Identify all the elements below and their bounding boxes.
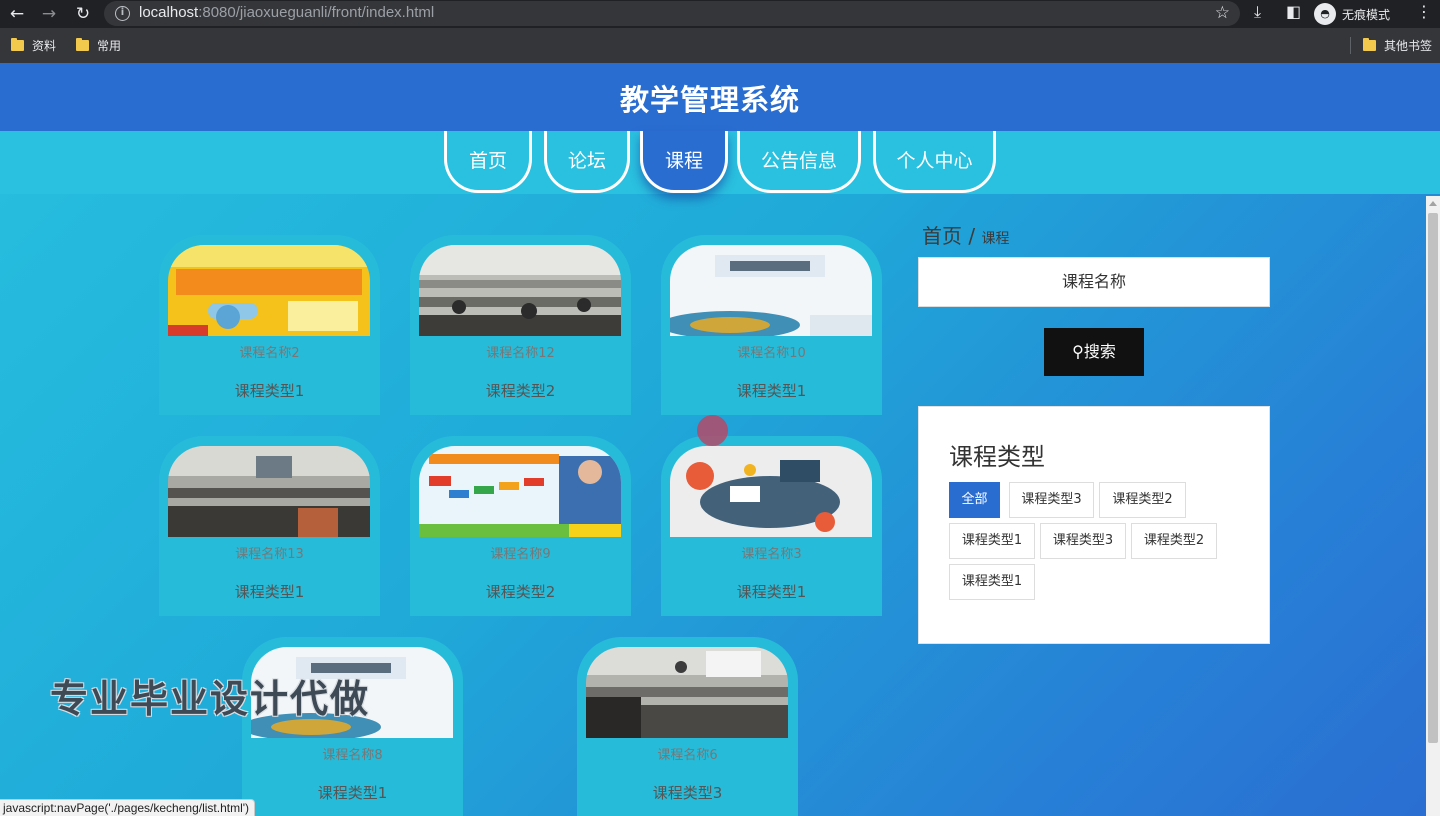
course-type: 课程类型1 (317, 784, 388, 802)
page-scrollbar[interactable] (1426, 196, 1440, 816)
breadcrumb: 首页 / 课程 (922, 220, 1009, 249)
breadcrumb-separator: / (968, 224, 976, 248)
incognito-indicator[interactable]: ◓ 无痕模式 (1314, 3, 1390, 25)
download-icon[interactable]: ⤓ (1254, 2, 1261, 22)
nav-announcements[interactable]: 公告信息 (737, 131, 861, 193)
course-card[interactable]: 课程名称2 课程类型1 (159, 235, 380, 415)
bookmark-star-icon[interactable]: ☆ (1215, 3, 1230, 23)
site-title: 教学管理系统 (619, 83, 800, 117)
course-name: 课程名称10 (737, 346, 806, 361)
course-thumbnail[interactable] (168, 245, 370, 336)
tag-all[interactable]: 全部 (949, 482, 1000, 518)
course-card[interactable]: 课程名称13 课程类型1 (159, 436, 380, 616)
tag-type1[interactable]: 课程类型1 (949, 564, 1035, 600)
breadcrumb-current: 课程 (981, 231, 1010, 247)
course-type: 课程类型2 (485, 583, 556, 601)
course-card[interactable]: 课程名称3 课程类型1 (661, 436, 882, 616)
bookmark-divider (1350, 37, 1351, 54)
course-type: 课程类型1 (234, 583, 305, 601)
course-card[interactable]: 课程名称12 课程类型2 (410, 235, 631, 415)
course-type-heading: 课程类型 (949, 443, 1045, 471)
forward-arrow-icon[interactable]: → (38, 3, 60, 25)
address-bar[interactable]: i localhost:8080/jiaoxueguanli/front/ind… (104, 1, 1240, 26)
bookmarks-bar: 资料 常用 其他书签 (0, 28, 1440, 63)
folder-icon (76, 38, 89, 51)
course-name: 课程名称6 (657, 748, 718, 763)
url-text[interactable]: localhost:8080/jiaoxueguanli/front/index… (139, 4, 434, 21)
course-name: 课程名称13 (235, 547, 304, 562)
back-arrow-icon[interactable]: ← (6, 3, 28, 25)
nav-forum[interactable]: 论坛 (544, 131, 630, 193)
reload-icon[interactable]: ↻ (72, 3, 94, 25)
course-thumbnail[interactable] (586, 647, 788, 738)
course-name-search-input[interactable]: 课程名称 (918, 257, 1270, 307)
cursor-highlight (697, 415, 728, 446)
course-thumbnail[interactable] (168, 446, 370, 537)
course-card[interactable]: 课程名称6 课程类型3 (577, 637, 798, 816)
incognito-label: 无痕模式 (1342, 7, 1391, 22)
scroll-up-icon[interactable] (1429, 201, 1437, 206)
menu-kebab-icon[interactable]: ⋮ (1416, 2, 1432, 21)
course-card[interactable]: 课程名称8 课程类型1 (242, 637, 463, 816)
breadcrumb-home[interactable]: 首页 (922, 224, 962, 248)
incognito-icon: ◓ (1314, 3, 1336, 25)
course-name: 课程名称8 (322, 748, 383, 763)
site-header: 教学管理系统 (0, 63, 1440, 131)
watermark-text: 专业毕业设计代做 (50, 677, 371, 721)
course-card[interactable]: 课程名称10 课程类型1 (661, 235, 882, 415)
bookmark-folder-2[interactable]: 常用 (76, 37, 121, 54)
status-bar: javascript:navPage('./pages/kecheng/list… (0, 799, 256, 816)
course-name: 课程名称2 (239, 346, 300, 361)
course-type-filter-panel: 课程类型 全部 课程类型3 课程类型2 课程类型1 课程类型3 课程类型2 课程… (918, 406, 1270, 644)
course-type: 课程类型1 (736, 382, 807, 400)
course-type: 课程类型1 (234, 382, 305, 400)
course-type: 课程类型1 (736, 583, 807, 601)
tag-type3[interactable]: 课程类型3 (1009, 482, 1094, 518)
tag-type1[interactable]: 课程类型1 (949, 523, 1035, 559)
course-name: 课程名称12 (486, 346, 555, 361)
nav-courses[interactable]: 课程 (640, 131, 728, 193)
side-panel-icon[interactable]: ◧ (1286, 2, 1301, 21)
course-thumbnail[interactable] (419, 446, 621, 537)
folder-icon (1363, 38, 1376, 51)
search-button-label: 搜索 (1083, 342, 1116, 361)
course-thumbnail[interactable] (670, 245, 872, 336)
nav-home[interactable]: 首页 (444, 131, 532, 193)
other-bookmarks-folder[interactable]: 其他书签 (1363, 37, 1432, 54)
search-icon: ⚲ (1072, 342, 1084, 361)
tag-type3[interactable]: 课程类型3 (1040, 523, 1126, 559)
scroll-thumb[interactable] (1428, 213, 1438, 743)
tag-type2[interactable]: 课程类型2 (1131, 523, 1217, 559)
nav-personal-center[interactable]: 个人中心 (873, 131, 996, 193)
page-viewport: 教学管理系统 首页 论坛 课程 公告信息 个人中心 课程名称2 课程类型1 课程… (0, 63, 1440, 816)
browser-toolbar: ← → ↻ i localhost:8080/jiaoxueguanli/fro… (0, 0, 1440, 28)
course-card[interactable]: 课程名称9 课程类型2 (410, 436, 631, 616)
course-name: 课程名称9 (490, 547, 551, 562)
course-type: 课程类型2 (485, 382, 556, 400)
course-type: 课程类型3 (652, 784, 723, 802)
course-thumbnail[interactable] (419, 245, 621, 336)
course-name: 课程名称3 (741, 547, 802, 562)
course-thumbnail[interactable] (670, 446, 872, 537)
bookmark-folder-1[interactable]: 资料 (11, 37, 56, 54)
search-button[interactable]: ⚲搜索 (1044, 328, 1144, 376)
site-info-icon[interactable]: i (115, 6, 130, 21)
tag-type2[interactable]: 课程类型2 (1099, 482, 1186, 518)
folder-icon (11, 38, 24, 51)
